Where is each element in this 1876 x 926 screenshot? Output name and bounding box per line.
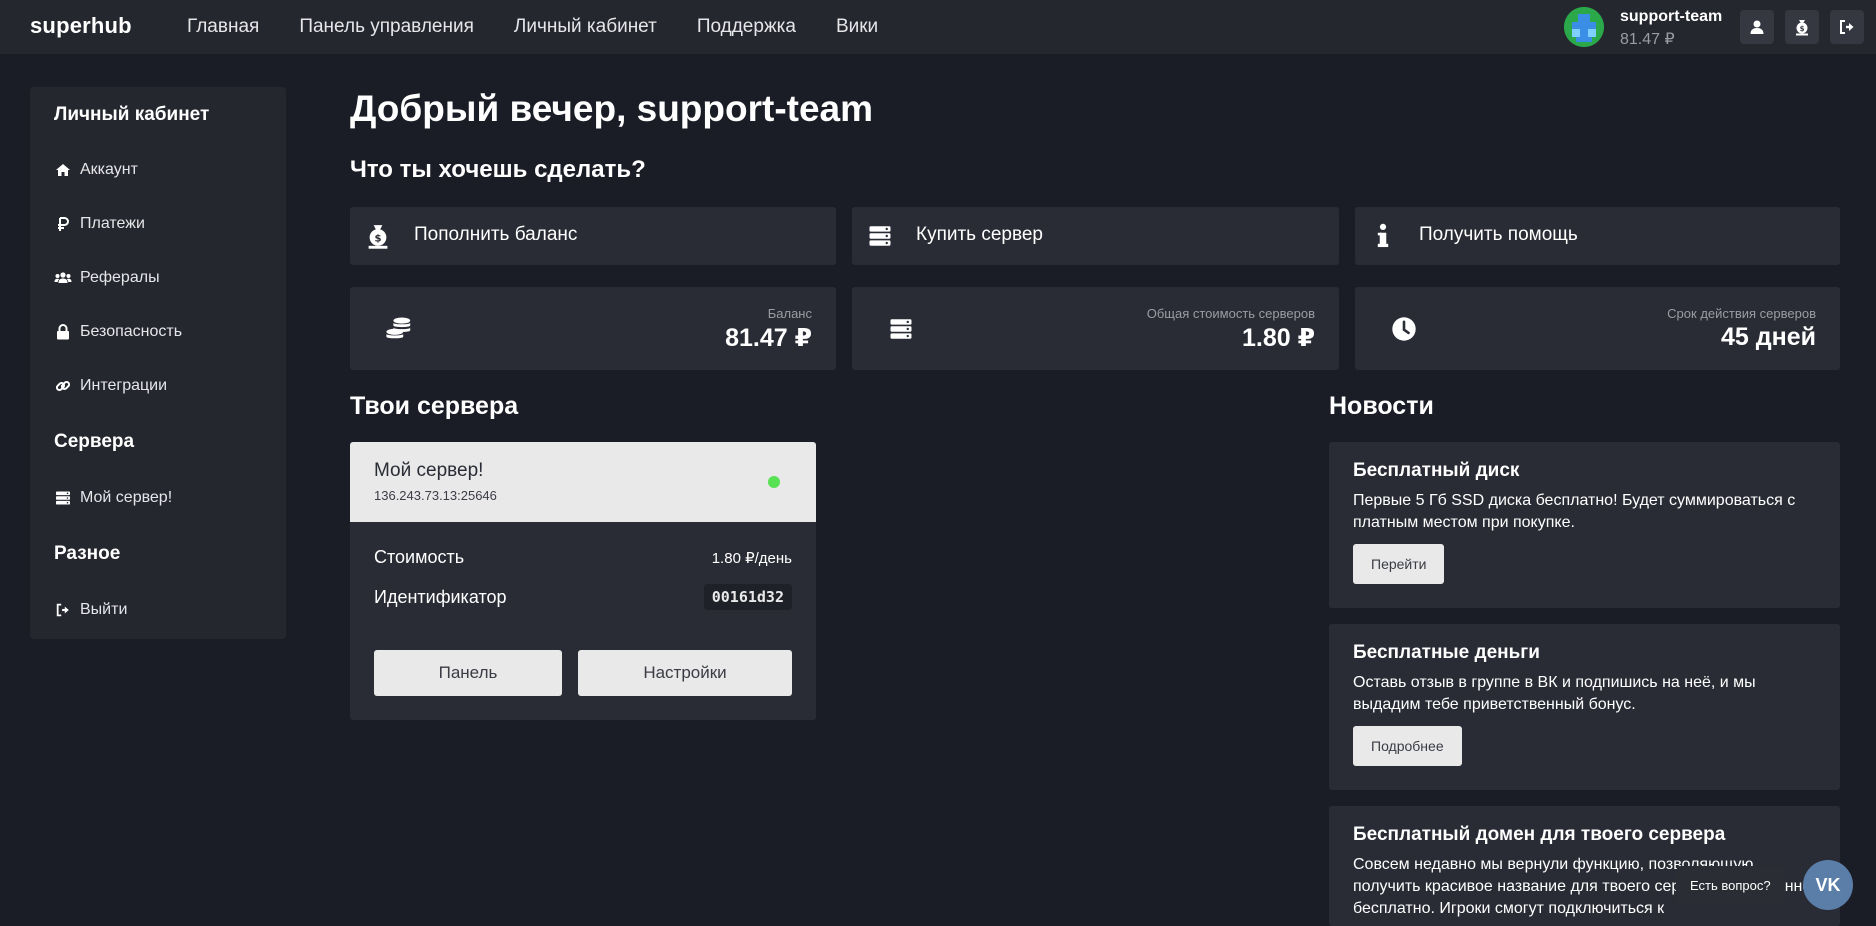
user-box[interactable]: support-team 81.47 ₽ [1564, 6, 1764, 48]
help-tooltip: Есть вопрос? [1676, 866, 1785, 904]
news-more-button[interactable]: Подробнее [1353, 726, 1462, 766]
nav-link-account[interactable]: Личный кабинет [514, 16, 657, 38]
servers-cost-stat-card: Общая стоимость серверов 1.80 ₽ [852, 287, 1339, 370]
stat-label: Баланс [767, 306, 812, 321]
server-ip: 136.243.73.13:25646 [374, 488, 497, 503]
sidebar-heading-servers: Сервера [54, 431, 135, 452]
servers-section-title: Твои сервера [350, 392, 519, 420]
nav-link-support[interactable]: Поддержка [697, 16, 796, 38]
news-card: Бесплатный диск Первые 5 Гб SSD диска бе… [1329, 442, 1840, 608]
sign-out-icon [54, 601, 72, 619]
svg-text:$: $ [374, 233, 381, 244]
users-icon [54, 269, 72, 287]
buy-server-button[interactable]: Купить сервер [852, 207, 1339, 265]
sidebar: Личный кабинет Аккаунт Платежи Рефералы … [30, 87, 286, 639]
news-text: Оставь отзыв в группе в ВК и подпишись н… [1353, 674, 1756, 713]
get-help-button[interactable]: Получить помощь [1355, 207, 1840, 265]
brand-logo[interactable]: superhub [30, 13, 132, 39]
server-icon [866, 222, 894, 250]
actions-heading: Что ты хочешь сделать? [350, 156, 646, 183]
stat-value: 45 дней [1721, 323, 1816, 351]
vk-chat-button[interactable]: VK [1803, 860, 1853, 910]
sidebar-item-my-server[interactable]: Мой сервер! [54, 486, 172, 510]
id-label: Идентификатор [374, 587, 507, 607]
money-bag-icon: $ [1796, 20, 1808, 36]
link-icon [54, 377, 72, 395]
sidebar-item-label: Платежи [80, 215, 145, 232]
sign-out-icon [1840, 20, 1854, 34]
avatar [1564, 7, 1604, 47]
nav-link-wiki[interactable]: Вики [836, 16, 878, 38]
action-label: Купить сервер [916, 224, 1043, 245]
sidebar-heading-account: Личный кабинет [54, 104, 210, 125]
server-card-header[interactable]: Мой сервер! 136.243.73.13:25646 [350, 442, 816, 522]
news-card: Бесплатные деньги Оставь отзыв в группе … [1329, 624, 1840, 790]
sidebar-heading-misc: Разное [54, 543, 121, 564]
coins-icon [384, 314, 414, 344]
stat-value: 81.47 ₽ [725, 324, 812, 352]
news-title: Бесплатный диск [1353, 460, 1520, 481]
settings-button[interactable]: Настройки [578, 650, 792, 696]
top-up-button[interactable]: $ [1785, 10, 1819, 44]
sidebar-item-referrals[interactable]: Рефералы [54, 266, 160, 290]
home-icon [54, 161, 72, 179]
sidebar-item-security[interactable]: Безопасность [54, 320, 182, 344]
lock-icon [54, 323, 72, 341]
cost-value: 1.80 ₽/день [711, 550, 792, 567]
action-label: Получить помощь [1419, 224, 1578, 245]
news-goto-button[interactable]: Перейти [1353, 544, 1445, 584]
news-section-title: Новости [1329, 392, 1434, 420]
sidebar-item-payments[interactable]: Платежи [54, 212, 145, 236]
sidebar-item-logout[interactable]: Выйти [54, 598, 127, 622]
nav-links: Главная Панель управления Личный кабинет… [187, 0, 918, 54]
top-up-balance-button[interactable]: $ Пополнить баланс [350, 207, 836, 265]
ruble-icon [54, 215, 72, 233]
server-icon [886, 314, 916, 344]
stat-label: Общая стоимость серверов [1146, 306, 1315, 321]
sidebar-item-integrations[interactable]: Интеграции [54, 374, 167, 398]
server-id-badge: 00161d32 [703, 584, 792, 610]
sidebar-item-label: Аккаунт [80, 161, 138, 178]
server-name: Мой сервер! [374, 460, 484, 481]
sidebar-item-label: Мой сервер! [80, 489, 173, 506]
svg-text:$: $ [1800, 25, 1805, 33]
profile-button[interactable] [1740, 10, 1774, 44]
user-icon [1750, 20, 1764, 34]
server-icon [54, 489, 72, 507]
sidebar-item-label: Рефералы [80, 269, 160, 286]
news-title: Бесплатные деньги [1353, 642, 1540, 663]
clock-icon [1389, 314, 1419, 344]
balance-stat-card: Баланс 81.47 ₽ [350, 287, 836, 370]
nav-link-control-panel[interactable]: Панель управления [299, 16, 474, 38]
sidebar-item-label: Выйти [80, 601, 128, 618]
news-title: Бесплатный домен для твоего сервера [1353, 824, 1726, 845]
nav-link-home[interactable]: Главная [187, 16, 259, 38]
news-text: Первые 5 Гб SSD диска бесплатно! Будет с… [1353, 492, 1796, 531]
stat-label: Срок действия серверов [1667, 306, 1816, 321]
sidebar-item-account[interactable]: Аккаунт [54, 158, 138, 182]
stat-value: 1.80 ₽ [1242, 324, 1315, 352]
page-title: Добрый вечер, support-team [350, 88, 874, 129]
vk-icon: VK [1815, 874, 1841, 895]
logout-button[interactable] [1830, 10, 1864, 44]
top-navbar: superhub Главная Панель управления Личны… [0, 0, 1876, 54]
sidebar-item-label: Безопасность [80, 323, 183, 340]
info-icon [1369, 222, 1397, 250]
sidebar-item-label: Интеграции [80, 377, 168, 394]
servers-term-stat-card: Срок действия серверов 45 дней [1355, 287, 1840, 370]
user-name: support-team [1620, 8, 1723, 25]
user-balance: 81.47 ₽ [1620, 31, 1675, 48]
cost-label: Стоимость [374, 547, 465, 567]
money-bag-icon: $ [364, 222, 392, 250]
server-card: Мой сервер! 136.243.73.13:25646 Стоимост… [350, 442, 816, 720]
server-status-indicator [768, 476, 780, 488]
action-label: Пополнить баланс [414, 224, 578, 245]
panel-button[interactable]: Панель [374, 650, 562, 696]
